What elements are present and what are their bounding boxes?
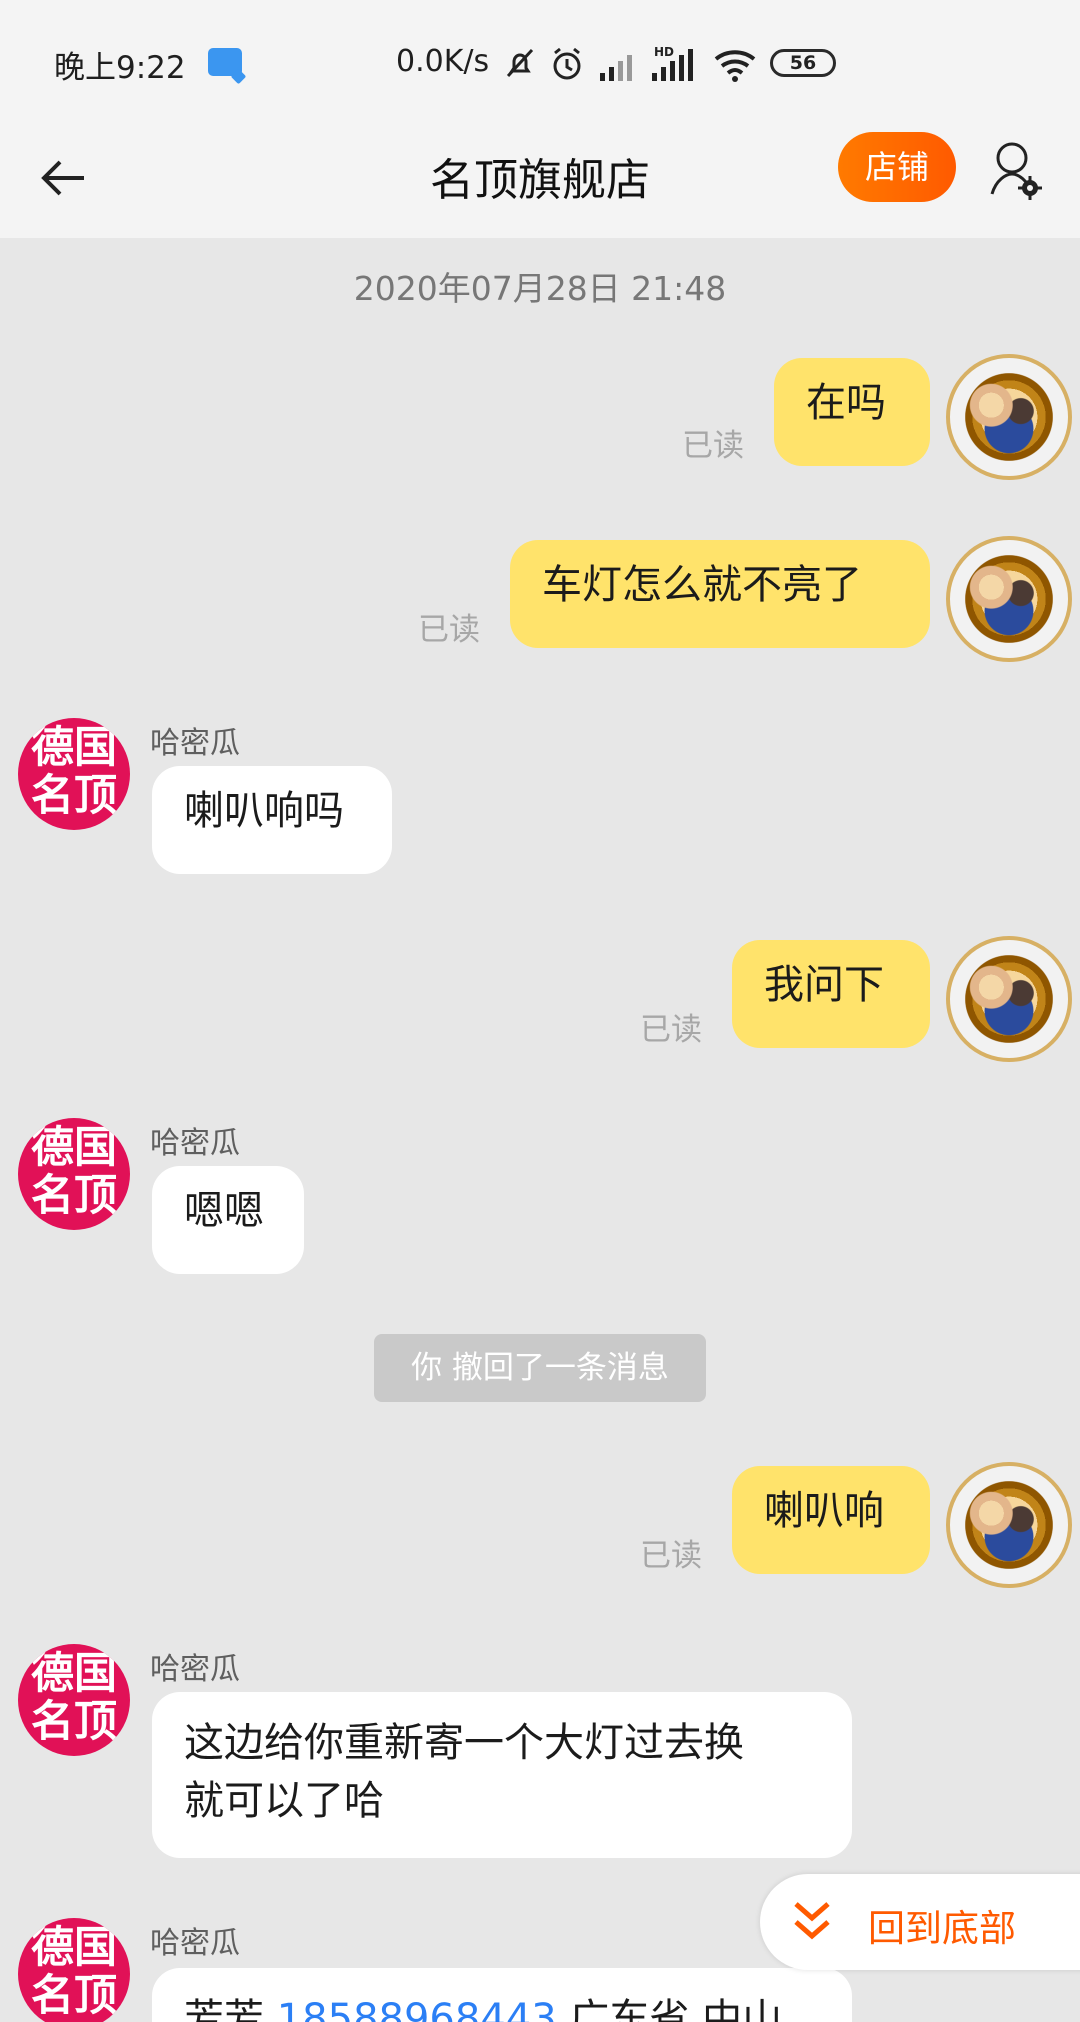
shop-button[interactable]: 店铺 [838, 132, 956, 202]
battery-indicator: 56 [770, 49, 836, 77]
shop-avatar-line: 名顶 [31, 1171, 117, 1221]
shop-avatar-line: 德国 [31, 1123, 117, 1173]
shop-avatar-line: 德国 [31, 1923, 117, 1973]
sender-name: 哈密瓜 [150, 726, 240, 761]
message-bubble-me[interactable]: 车灯怎么就不亮了 [510, 540, 930, 648]
scroll-to-bottom-button[interactable]: 回到底部 [760, 1874, 1080, 1970]
sender-name: 哈密瓜 [150, 1652, 240, 1687]
shop-avatar-line: 名顶 [31, 1697, 117, 1747]
sender-name: 哈密瓜 [150, 1126, 240, 1161]
address-text: 广东省 中山 [569, 1996, 783, 2022]
network-speed: 0.0K/s [396, 44, 490, 79]
double-chevron-down-icon [794, 1902, 830, 1940]
message-notification-icon [208, 48, 242, 76]
shop-avatar[interactable]: 德国 名顶 [18, 1918, 130, 2022]
nav-bar: 名顶旗舰店 店铺 [0, 114, 1080, 239]
chat-screen: 晚上9:22 0.0K/s HD 56 名顶旗舰店 店铺 2020年07月28日… [0, 0, 1080, 2022]
message-text-line: 就可以了哈 [184, 1778, 384, 1824]
message-bubble-me[interactable]: 在吗 [774, 358, 930, 466]
signal-icon [600, 55, 632, 81]
message-bubble-them[interactable]: 喇叭响吗 [152, 766, 392, 874]
status-icons: HD 56 [500, 45, 836, 82]
chat-area[interactable]: 2020年07月28日 21:48 已读 在吗 已读 车灯怎么就不亮了 德国 名… [0, 238, 1080, 2022]
my-avatar[interactable] [946, 936, 1072, 1062]
message-bubble-them[interactable]: 嗯嗯 [152, 1166, 304, 1274]
status-bar: 晚上9:22 0.0K/s HD 56 [0, 0, 1080, 114]
message-text-line: 这边给你重新寄一个大灯过去换 [184, 1720, 744, 1766]
read-status: 已读 [418, 612, 480, 648]
my-avatar[interactable] [946, 354, 1072, 480]
message-bubble-me[interactable]: 我问下 [732, 940, 930, 1048]
read-status: 已读 [682, 428, 744, 464]
phone-number-link[interactable]: 18588968443 [277, 1996, 557, 2022]
hd-signal-icon: HD [652, 45, 693, 81]
contact-name: 芳芳 [184, 1996, 264, 2022]
wifi-icon [714, 50, 756, 82]
status-time: 晚上9:22 [54, 50, 186, 86]
message-bubble-them[interactable]: 这边给你重新寄一个大灯过去换 就可以了哈 [152, 1692, 852, 1858]
svg-text:HD: HD [654, 45, 674, 59]
sender-name: 哈密瓜 [150, 1926, 240, 1961]
shop-avatar-line: 德国 [31, 1649, 117, 1699]
alarm-icon [553, 47, 581, 80]
read-status: 已读 [640, 1012, 702, 1048]
my-avatar[interactable] [946, 1462, 1072, 1588]
shop-avatar[interactable]: 德国 名顶 [18, 718, 130, 830]
read-status: 已读 [640, 1538, 702, 1574]
shop-avatar[interactable]: 德国 名顶 [18, 1644, 130, 1756]
user-settings-icon[interactable] [986, 136, 1048, 206]
message-bubble-them[interactable]: 芳芳 18588968443 广东省 中山 [152, 1968, 852, 2022]
shop-avatar[interactable]: 德国 名顶 [18, 1118, 130, 1230]
shop-avatar-line: 名顶 [31, 771, 117, 821]
chat-timestamp: 2020年07月28日 21:48 [353, 269, 727, 308]
recalled-message-notice: 你 撤回了一条消息 [374, 1334, 706, 1402]
shop-avatar-line: 德国 [31, 723, 117, 773]
message-bubble-me[interactable]: 喇叭响 [732, 1466, 930, 1574]
scroll-to-bottom-label: 回到底部 [868, 1907, 1016, 1950]
mute-icon [506, 48, 534, 78]
my-avatar[interactable] [946, 536, 1072, 662]
shop-avatar-line: 名顶 [31, 1971, 117, 2021]
